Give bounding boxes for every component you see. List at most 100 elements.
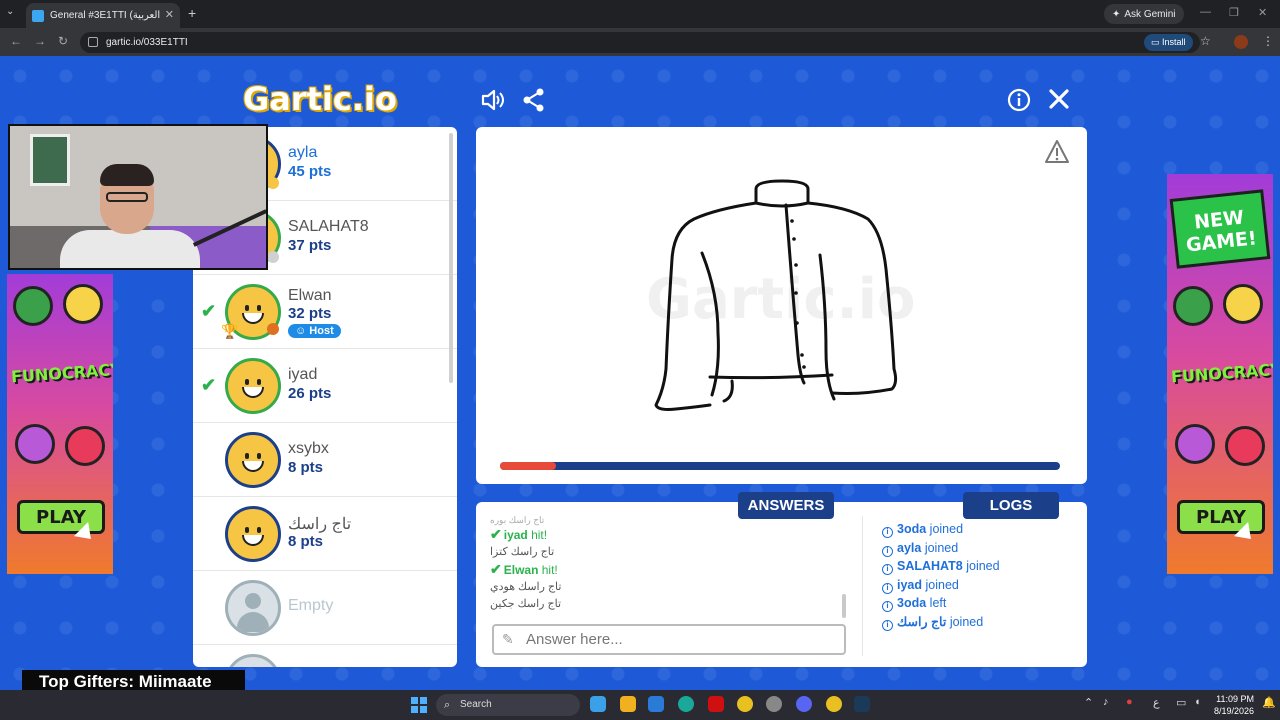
- answers-list: تاج راسك بوره ✔ iyad hit! تاج راسك كتزا ✔…: [490, 516, 845, 624]
- reload-icon[interactable]: ↻: [58, 34, 68, 48]
- host-badge: ☺ Host: [288, 324, 341, 338]
- hit-check-icon: ✔: [490, 561, 502, 577]
- player-name: Elwan: [288, 287, 332, 304]
- drawing-canvas[interactable]: Gartic.io: [476, 127, 1087, 484]
- chat-message-hit: ✔ iyad hit!: [490, 526, 845, 544]
- browser-tab-bar: ⌄ General #3E1TTI (العربية) - Gartic ✕ +…: [0, 0, 1280, 28]
- answer-input[interactable]: ✎ Answer here...: [492, 624, 846, 655]
- log-player-name: 3oda: [897, 522, 927, 536]
- minimize-icon[interactable]: —: [1200, 6, 1211, 18]
- browser-tab-active[interactable]: General #3E1TTI (العربية) - Gartic ✕: [26, 3, 180, 28]
- browser-toolbar: ← → ↻ gartic.io/033E1TTI ▭ Install ☆ ⋮: [0, 28, 1280, 56]
- funocracy-logo: FUNOCRACY: [1170, 359, 1273, 387]
- ask-gemini-button[interactable]: ✦ Ask Gemini: [1104, 4, 1184, 24]
- search-icon: ⌕: [444, 699, 451, 711]
- timer-fill: [500, 462, 556, 470]
- tray-sound-icon[interactable]: ♪: [1103, 696, 1109, 708]
- taskbar-search[interactable]: ⌕ Search: [436, 694, 580, 716]
- notification-icon[interactable]: 🔔: [1262, 696, 1276, 709]
- netflix-icon[interactable]: [708, 696, 724, 712]
- ad-banner-right[interactable]: NEW GAME! FUNOCRACY PLAY: [1167, 174, 1273, 574]
- close-window-icon[interactable]: ✕: [1258, 6, 1267, 19]
- hit-check-icon: ✔: [490, 526, 502, 542]
- tray-network-icon[interactable]: ▭: [1176, 696, 1186, 709]
- share-icon[interactable]: [522, 88, 546, 112]
- chat-panel: تاج راسك بوره ✔ iyad hit! تاج راسك كتزا ✔…: [476, 502, 1087, 667]
- log-player-name: تاج راسك: [897, 614, 947, 629]
- chrome-icon-2[interactable]: [826, 696, 842, 712]
- player-row-empty[interactable]: [193, 645, 457, 667]
- tray-mic-icon[interactable]: ●: [1126, 696, 1133, 708]
- player-name: تاج راسك: [288, 516, 352, 533]
- webcam-overlay: [8, 124, 268, 270]
- tab-logs[interactable]: LOGS: [963, 492, 1059, 519]
- player-avatar: [225, 358, 281, 414]
- steam-icon[interactable]: [854, 696, 870, 712]
- log-entry: i ayla joined: [882, 539, 1082, 558]
- site-info-icon[interactable]: [88, 37, 98, 47]
- bookmark-star-icon[interactable]: ☆: [1200, 34, 1211, 48]
- ad-banner-left[interactable]: FUNOCRACY PLAY: [7, 274, 113, 574]
- player-row-empty[interactable]: Empty: [193, 571, 457, 645]
- info-icon[interactable]: [1007, 88, 1031, 112]
- player-name: xsybx: [288, 440, 329, 457]
- gartic-logo: Gartic.io: [243, 80, 397, 118]
- extension-icon[interactable]: [1234, 35, 1248, 49]
- gartic-page: Gartic.io ayla 45 pts SALAHAT8 37 pts ✔: [0, 56, 1280, 690]
- hit-player-name: iyad: [503, 528, 528, 542]
- hit-text: hit!: [527, 528, 548, 542]
- info-icon: i: [882, 527, 893, 538]
- folder-icon[interactable]: [620, 696, 636, 712]
- taskbar-clock[interactable]: 11:09 PM 8/19/2026: [1214, 693, 1254, 717]
- funocracy-logo: FUNOCRACY: [10, 359, 113, 387]
- address-bar[interactable]: gartic.io/033E1TTI: [80, 32, 1200, 53]
- thumbs-up-face-icon: [1173, 286, 1213, 326]
- tab-list-icon[interactable]: ⌄: [6, 6, 14, 17]
- laughing-face-icon: [63, 284, 103, 324]
- restore-icon[interactable]: ❐: [1229, 6, 1239, 19]
- log-action: joined: [922, 577, 959, 592]
- tray-volume-icon[interactable]: ◖: [1194, 696, 1201, 708]
- round-timer-bar: [500, 462, 1060, 470]
- tray-chevron-icon[interactable]: ⌃: [1084, 696, 1093, 709]
- jacket-drawing: [654, 179, 898, 411]
- new-game-banner: NEW GAME!: [1169, 189, 1271, 269]
- discord-icon[interactable]: [796, 696, 812, 712]
- player-points: 8 pts: [288, 459, 324, 476]
- player-avatar: [225, 506, 281, 562]
- install-icon: ▭: [1151, 37, 1163, 47]
- info-icon: i: [882, 601, 893, 613]
- app-icon[interactable]: [766, 696, 782, 712]
- tab-answers[interactable]: ANSWERS: [738, 492, 834, 519]
- file-explorer-icon[interactable]: [590, 696, 606, 712]
- answer-placeholder: Answer here...: [526, 631, 623, 648]
- report-warning-icon[interactable]: [1044, 139, 1070, 165]
- log-player-name: SALAHAT8: [897, 559, 963, 574]
- sound-icon[interactable]: [480, 88, 506, 112]
- back-icon[interactable]: ←: [10, 34, 22, 48]
- log-action: left: [926, 596, 947, 611]
- player-points: 37 pts: [288, 237, 332, 254]
- browser-menu-icon[interactable]: ⋮: [1262, 34, 1274, 48]
- status-dot: [267, 177, 279, 189]
- player-row: تاج راسك 8 pts: [193, 497, 457, 571]
- install-app-button[interactable]: ▭ Install: [1144, 34, 1193, 51]
- player-name: SALAHAT8: [288, 218, 369, 235]
- new-tab-button[interactable]: +: [188, 5, 196, 21]
- player-points: 32 pts: [288, 305, 332, 322]
- windows-start-icon[interactable]: [411, 697, 427, 713]
- forward-icon[interactable]: →: [34, 34, 46, 48]
- edge-icon[interactable]: [678, 696, 694, 712]
- hit-text: hit!: [538, 563, 558, 577]
- close-game-icon[interactable]: [1048, 88, 1070, 110]
- chrome-icon[interactable]: [737, 696, 753, 712]
- tab-close-icon[interactable]: ✕: [165, 8, 174, 21]
- player-points: 26 pts: [288, 385, 332, 402]
- players-scrollbar[interactable]: [449, 133, 453, 383]
- ask-gemini-label: Ask Gemini: [1124, 8, 1176, 20]
- info-icon: i: [882, 582, 893, 594]
- log-action: joined: [921, 540, 959, 555]
- answers-scrollbar[interactable]: [842, 594, 846, 618]
- store-icon[interactable]: [648, 696, 664, 712]
- tray-language[interactable]: ع: [1153, 696, 1160, 709]
